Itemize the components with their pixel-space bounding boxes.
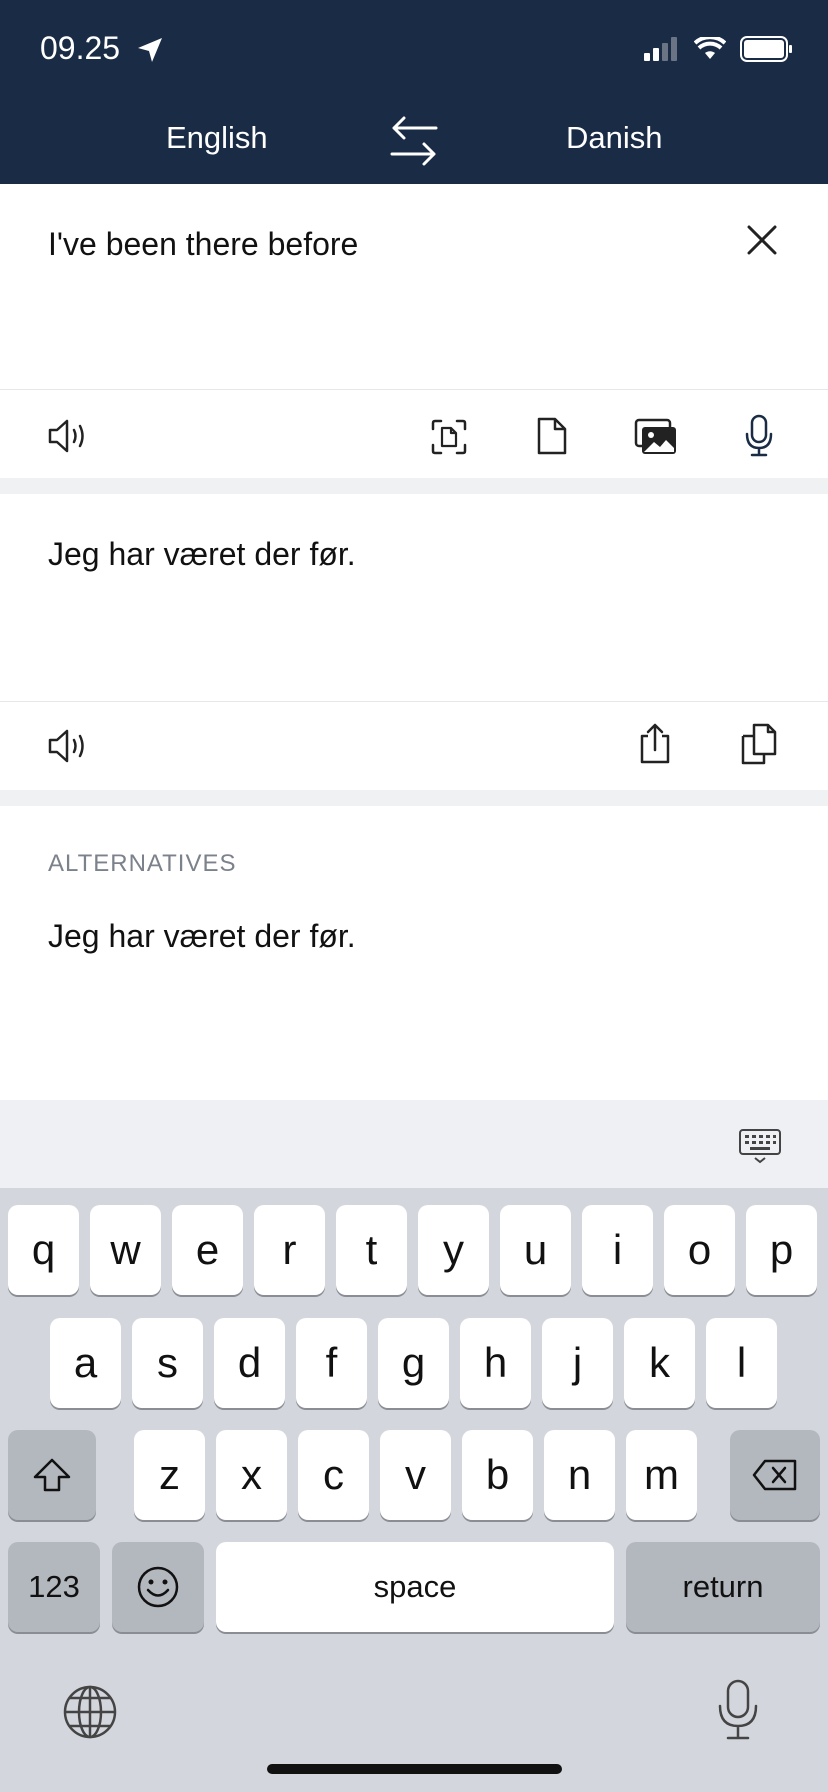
copy-icon[interactable] [740,722,778,766]
emoji-key[interactable] [112,1542,204,1632]
scan-document-icon[interactable] [430,418,468,456]
key-h[interactable]: h [460,1318,531,1408]
key-x[interactable]: x [216,1430,287,1520]
wifi-icon [694,37,726,59]
key-i[interactable]: i [582,1205,653,1295]
key-k[interactable]: k [624,1318,695,1408]
status-icons [644,36,794,62]
key-j[interactable]: j [542,1318,613,1408]
microphone-icon[interactable] [744,414,774,458]
key-o[interactable]: o [664,1205,735,1295]
key-e[interactable]: e [172,1205,243,1295]
speaker-icon[interactable] [48,418,88,454]
clear-text-icon[interactable] [746,224,778,256]
target-language-button[interactable]: Danish [566,120,663,156]
backspace-icon [752,1459,797,1491]
space-key[interactable]: space [216,1542,614,1632]
key-f[interactable]: f [296,1318,367,1408]
section-separator [0,790,828,806]
dictation-microphone-icon[interactable] [716,1678,760,1742]
source-text-input[interactable]: I've been there before [48,226,358,263]
key-b[interactable]: b [462,1430,533,1520]
key-y[interactable]: y [418,1205,489,1295]
key-n[interactable]: n [544,1430,615,1520]
battery-icon [740,36,792,62]
status-time: 09.25 [40,30,121,66]
key-s[interactable]: s [132,1318,203,1408]
app-header: 09.25 English Danish [0,0,828,184]
key-g[interactable]: g [378,1318,449,1408]
home-indicator [267,1764,562,1774]
alternatives-label: ALTERNATIVES [48,850,237,877]
backspace-key[interactable] [730,1430,820,1520]
key-c[interactable]: c [298,1430,369,1520]
globe-icon[interactable] [62,1684,118,1740]
keyboard-toolbar [0,1100,828,1188]
speaker-icon[interactable] [48,728,88,764]
key-a[interactable]: a [50,1318,121,1408]
alternative-item[interactable]: Jeg har været der før. [48,918,356,955]
key-d[interactable]: d [214,1318,285,1408]
source-language-button[interactable]: English [166,120,268,156]
location-arrow-icon [138,38,162,62]
key-u[interactable]: u [500,1205,571,1295]
return-key[interactable]: return [626,1542,820,1632]
key-p[interactable]: p [746,1205,817,1295]
key-r[interactable]: r [254,1205,325,1295]
shift-icon [33,1458,71,1492]
numbers-key[interactable]: 123 [8,1542,100,1632]
key-w[interactable]: w [90,1205,161,1295]
divider [0,389,828,390]
translation-panel: Jeg har været der før. [0,494,828,790]
alternatives-panel: ALTERNATIVES Jeg har været der før. [0,806,828,1100]
key-l[interactable]: l [706,1318,777,1408]
emoji-icon [137,1566,179,1608]
translated-text: Jeg har været der før. [48,536,356,572]
dismiss-keyboard-icon[interactable] [738,1128,782,1164]
document-icon[interactable] [536,416,568,456]
section-separator [0,478,828,494]
photo-library-icon[interactable] [634,418,678,456]
key-z[interactable]: z [134,1430,205,1520]
cellular-signal-icon [644,37,677,61]
key-q[interactable]: q [8,1205,79,1295]
key-v[interactable]: v [380,1430,451,1520]
shift-key[interactable] [8,1430,96,1520]
key-t[interactable]: t [336,1205,407,1295]
swap-languages-icon[interactable] [388,114,440,168]
divider [0,701,828,702]
key-m[interactable]: m [626,1430,697,1520]
input-panel: I've been there before [0,184,828,478]
share-icon[interactable] [638,722,672,766]
